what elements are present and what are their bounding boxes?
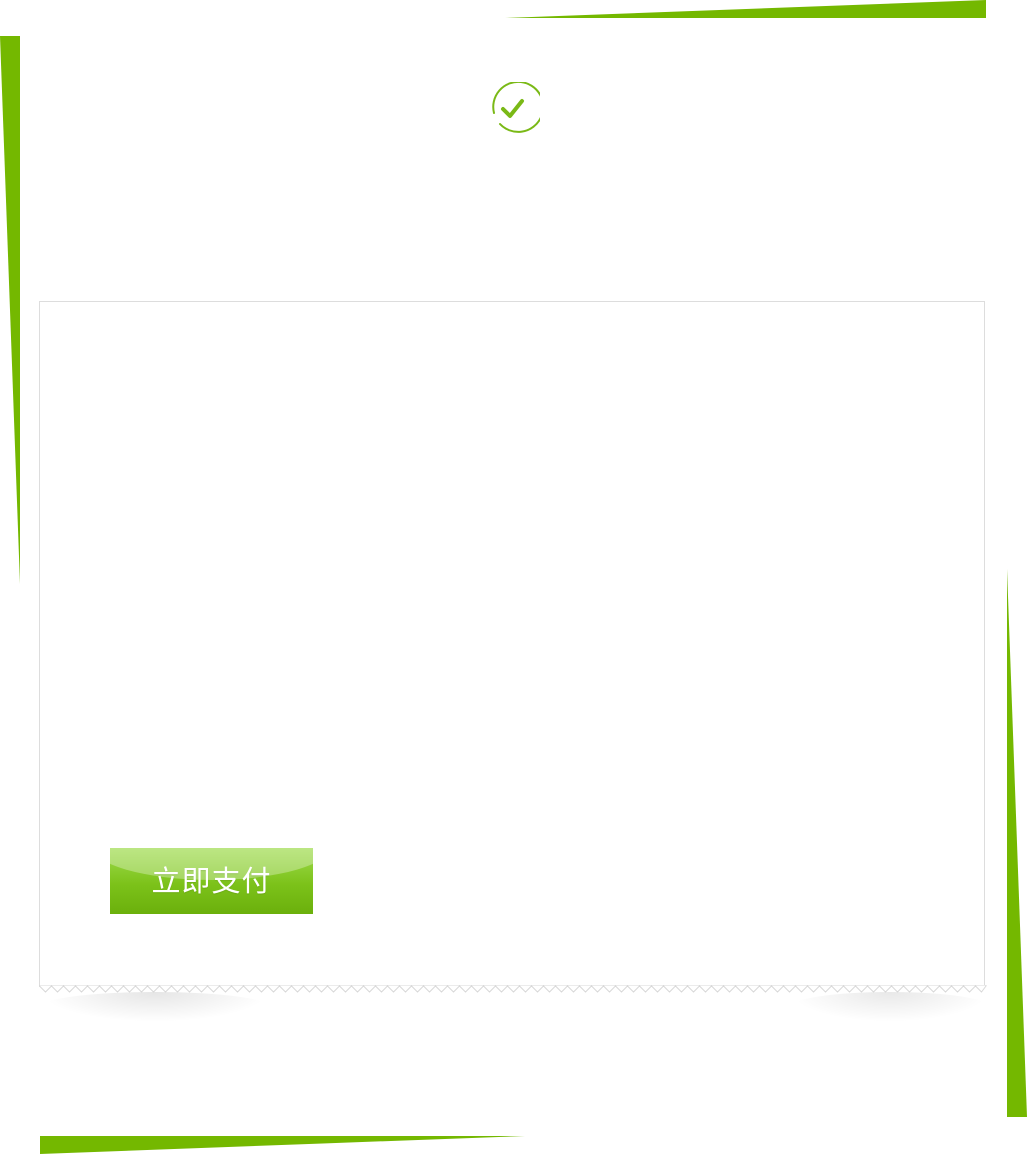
frame-stripe-bottom [40, 1136, 525, 1154]
frame-stripe-top [505, 0, 986, 18]
frame-stripe-left [0, 36, 20, 584]
pay-now-button[interactable]: 立即支付 [110, 848, 313, 914]
checkmark-circle-icon [492, 80, 545, 133]
success-status [486, 80, 545, 136]
frame-stripe-right [1007, 569, 1027, 1117]
card-shadow-right [790, 992, 990, 1022]
pay-now-label: 立即支付 [151, 864, 272, 898]
card-zigzag-edge [39, 985, 987, 993]
card-shadow-left [40, 992, 270, 1022]
